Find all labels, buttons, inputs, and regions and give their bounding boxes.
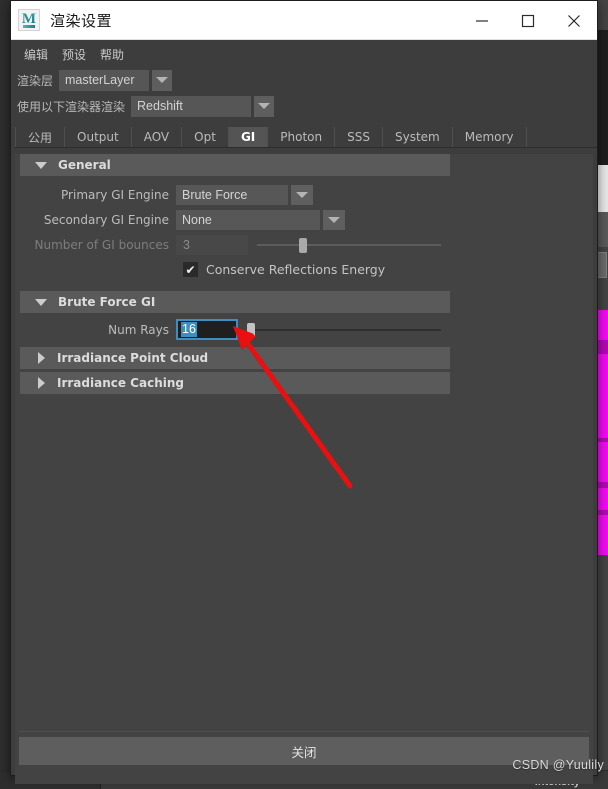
gi-bounces-slider-handle[interactable]: [299, 237, 308, 253]
collapse-triangle-down-icon[interactable]: [35, 298, 47, 306]
secondary-gi-engine-chevron-down-icon[interactable]: [323, 209, 345, 230]
num-rays-slider-track: [247, 328, 441, 331]
conserve-reflections-row[interactable]: ✔ Conserve Reflections Energy: [20, 258, 450, 281]
conserve-reflections-label: Conserve Reflections Energy: [206, 262, 386, 277]
render-layer-row: 渲染层 masterLayer: [11, 69, 597, 91]
render-layer-label: 渲染层: [17, 73, 54, 88]
maya-icon: M: [18, 9, 40, 31]
secondary-gi-engine-label: Secondary GI Engine: [43, 212, 169, 227]
menu-bar: 编辑 预设 帮助: [11, 43, 597, 65]
primary-gi-engine-value: Brute Force: [176, 184, 288, 205]
menu-item-preset[interactable]: 预设: [55, 44, 93, 65]
maximize-icon: [521, 14, 535, 27]
window-title: 渲染设置: [50, 11, 113, 30]
tab-system[interactable]: System: [382, 127, 453, 147]
gi-bounces-input: 3: [176, 234, 248, 255]
check-icon: ✔: [185, 262, 196, 277]
primary-gi-engine-dropdown[interactable]: Brute Force: [176, 184, 313, 205]
maximize-button[interactable]: [505, 1, 551, 40]
settings-tab-bar: 公用 Output AOV Opt GI Photon SSS System M…: [15, 126, 597, 148]
section-header-irradiance-caching[interactable]: Irradiance Caching: [20, 372, 450, 394]
renderer-label: 使用以下渲染器渲染: [17, 99, 126, 114]
tab-photon[interactable]: Photon: [268, 127, 336, 147]
section-body-brute-force-gi: Num Rays 16: [20, 315, 450, 345]
num-rays-label: Num Rays: [108, 322, 169, 337]
tab-opt[interactable]: Opt: [182, 127, 229, 147]
minimize-icon: [476, 19, 488, 22]
minimize-button[interactable]: [459, 1, 505, 40]
section-header-general[interactable]: General: [20, 154, 450, 176]
section-header-brute-force-gi[interactable]: Brute Force GI: [20, 291, 450, 313]
num-rays-slider[interactable]: [247, 320, 441, 340]
tab-common[interactable]: 公用: [15, 127, 66, 147]
close-button[interactable]: 关闭: [19, 737, 589, 765]
tab-gi[interactable]: GI: [228, 127, 269, 147]
gi-settings-panel: General Primary GI Engine Brute Force Se…: [15, 154, 593, 784]
close-icon: [568, 14, 580, 27]
window-titlebar: M 渲染设置: [11, 1, 597, 40]
renderer-chevron-down-icon[interactable]: [254, 95, 275, 117]
num-rays-row: Num Rays 16: [20, 318, 450, 341]
tab-output[interactable]: Output: [65, 127, 132, 147]
renderer-row: 使用以下渲染器渲染 Redshift: [11, 95, 597, 117]
section-body-general: Primary GI Engine Brute Force Secondary …: [20, 178, 450, 285]
renderer-dropdown[interactable]: Redshift: [131, 95, 275, 117]
section-title-irradiance-caching: Irradiance Caching: [57, 376, 184, 390]
menu-item-edit[interactable]: 编辑: [17, 44, 55, 65]
num-rays-value: 16: [181, 322, 197, 337]
render-layer-value: masterLayer: [59, 69, 150, 91]
expand-triangle-right-icon[interactable]: [38, 377, 45, 389]
primary-gi-engine-label: Primary GI Engine: [61, 187, 169, 202]
section-title-irradiance-point-cloud: Irradiance Point Cloud: [57, 351, 209, 365]
gi-bounces-slider-track: [257, 243, 441, 246]
gi-bounces-slider[interactable]: [257, 235, 441, 255]
tab-sss[interactable]: SSS: [335, 127, 383, 147]
render-layer-chevron-down-icon[interactable]: [152, 69, 173, 91]
section-title-brute-force-gi: Brute Force GI: [58, 295, 156, 309]
window-controls: [459, 1, 597, 40]
gi-bounces-label: Number of GI bounces: [34, 237, 169, 252]
csdn-watermark: CSDN @Yuulily: [512, 758, 604, 772]
collapse-triangle-down-icon[interactable]: [35, 161, 47, 169]
render-layer-dropdown[interactable]: masterLayer: [59, 69, 173, 91]
gi-bounces-row: Number of GI bounces 3: [20, 233, 450, 256]
secondary-gi-engine-value: None: [176, 209, 320, 230]
primary-gi-engine-row: Primary GI Engine Brute Force: [20, 183, 450, 206]
tab-memory[interactable]: Memory: [452, 127, 527, 147]
num-rays-input[interactable]: 16: [176, 319, 238, 340]
footer-bar: 关闭: [19, 737, 589, 765]
tab-aov[interactable]: AOV: [131, 127, 183, 147]
section-header-irradiance-point-cloud[interactable]: Irradiance Point Cloud: [20, 347, 450, 369]
footer-divider: [19, 731, 589, 732]
secondary-gi-engine-dropdown[interactable]: None: [176, 209, 345, 230]
primary-gi-engine-chevron-down-icon[interactable]: [291, 184, 313, 205]
menu-item-help[interactable]: 帮助: [93, 44, 131, 65]
num-rays-slider-handle[interactable]: [247, 322, 255, 338]
secondary-gi-engine-row: Secondary GI Engine None: [20, 208, 450, 231]
renderer-value: Redshift: [131, 95, 252, 117]
section-title-general: General: [58, 158, 111, 172]
close-window-button[interactable]: [551, 1, 597, 40]
render-settings-window: M 渲染设置 编辑 预设 帮助 渲染层 masterLayer 使用以下渲染器渲…: [10, 0, 598, 784]
expand-triangle-right-icon[interactable]: [38, 352, 45, 364]
conserve-reflections-checkbox[interactable]: ✔: [183, 262, 198, 277]
